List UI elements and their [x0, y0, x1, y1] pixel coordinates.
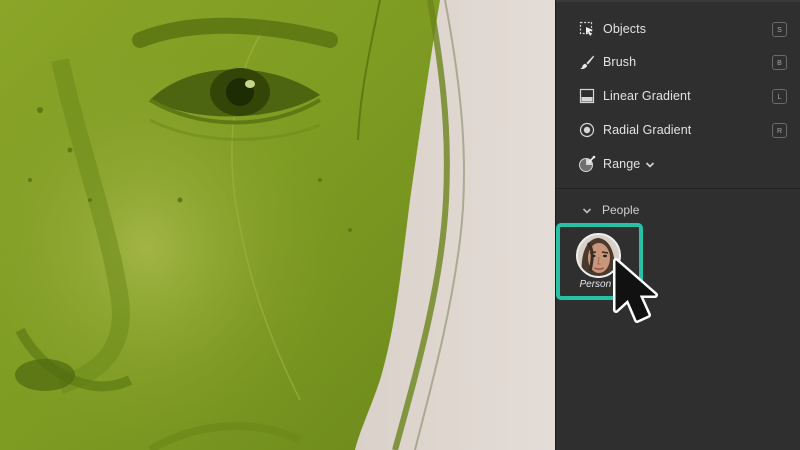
chevron-down-icon[interactable] [644, 158, 656, 170]
chevron-down-icon[interactable] [581, 204, 593, 216]
linear-gradient-icon [578, 87, 596, 105]
radial-gradient-icon [578, 121, 596, 139]
tool-range-label: Range [603, 157, 641, 171]
range-icon [578, 155, 596, 173]
tool-objects[interactable]: Objects S [556, 14, 800, 44]
objects-select-icon [578, 20, 596, 38]
shortcut-linear-gradient: L [772, 88, 787, 104]
tool-linear-gradient-label: Linear Gradient [603, 89, 691, 103]
shortcut-objects: S [772, 21, 787, 37]
section-divider [556, 188, 800, 189]
tool-linear-gradient[interactable]: Linear Gradient L [556, 81, 800, 111]
tool-brush-label: Brush [603, 55, 637, 69]
people-section-header[interactable]: People [556, 200, 800, 220]
people-section-label: People [602, 203, 640, 217]
tool-radial-gradient-label: Radial Gradient [603, 123, 692, 137]
shortcut-brush: B [772, 54, 787, 70]
masked-photo [0, 0, 555, 450]
panel-top-edge [556, 0, 800, 2]
masking-panel: Objects S Brush B Linear Gradient L Radi… [555, 0, 800, 450]
photo-canvas[interactable] [0, 0, 555, 450]
brush-icon [578, 53, 596, 71]
mouse-pointer-icon [613, 258, 658, 323]
shortcut-radial-gradient: R [772, 122, 787, 138]
tool-objects-label: Objects [603, 22, 647, 36]
tool-radial-gradient[interactable]: Radial Gradient R [556, 115, 800, 145]
tool-brush[interactable]: Brush B [556, 47, 800, 77]
app-root: Objects S Brush B Linear Gradient L Radi… [0, 0, 800, 450]
tool-range[interactable]: Range [556, 149, 800, 179]
